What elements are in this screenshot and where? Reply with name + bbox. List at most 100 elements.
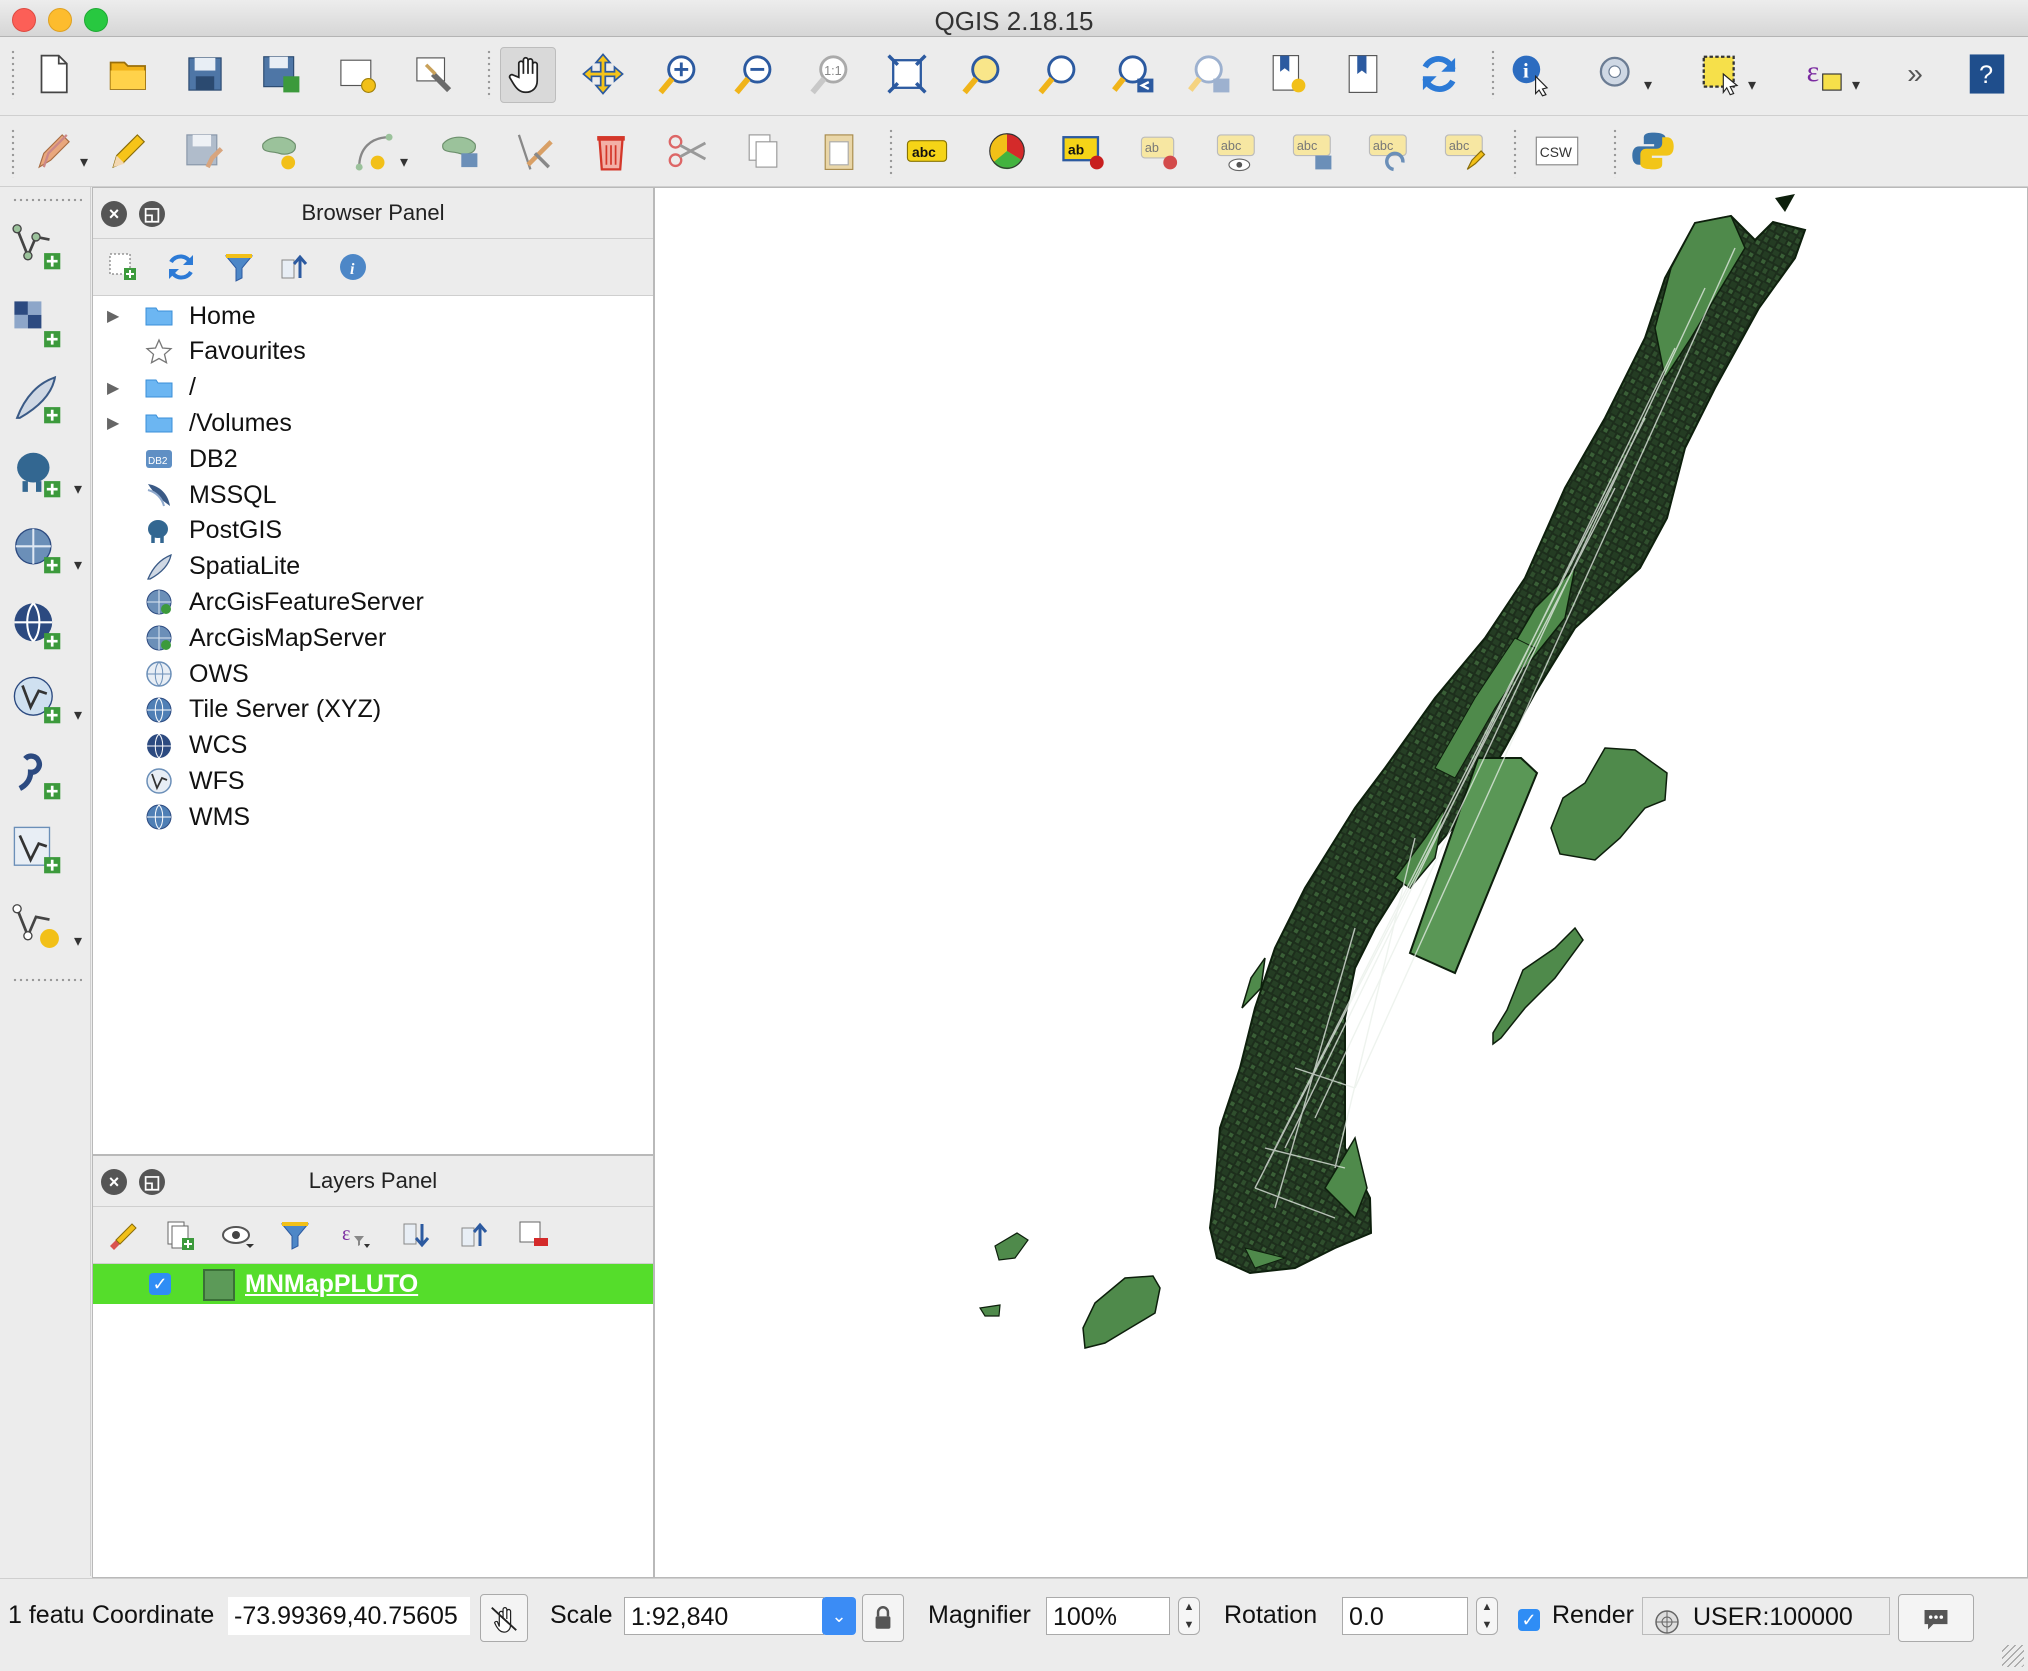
rotate-label-icon[interactable]: abc bbox=[1362, 124, 1416, 178]
zoom-out-icon[interactable] bbox=[728, 47, 782, 101]
layer-labeling-options-icon[interactable]: abc bbox=[900, 124, 954, 178]
zoom-in-icon[interactable] bbox=[652, 47, 706, 101]
save-edits-icon[interactable] bbox=[176, 124, 230, 178]
browser-item-arcgisfeatureserver[interactable]: ArcGisFeatureServer bbox=[93, 584, 653, 620]
layer-visibility-checkbox[interactable]: ✓ bbox=[149, 1273, 171, 1295]
add-virtual-layer-icon[interactable] bbox=[4, 817, 68, 881]
zoom-native-icon[interactable]: 1:1 bbox=[804, 47, 858, 101]
add-feature-icon[interactable] bbox=[252, 124, 306, 178]
save-as-icon[interactable] bbox=[254, 47, 308, 101]
filter-browser-icon[interactable] bbox=[219, 247, 259, 287]
style-manager-brush-icon[interactable] bbox=[101, 1215, 141, 1255]
map-canvas[interactable] bbox=[654, 187, 2028, 1578]
toolbar-grip[interactable] bbox=[10, 128, 16, 178]
expand-arrow-icon[interactable]: ▶ bbox=[107, 306, 119, 326]
browser-item-tile-server-xyz[interactable]: Tile Server (XYZ) bbox=[93, 692, 653, 728]
toolbar-grip[interactable] bbox=[12, 197, 82, 203]
pin-unpin-labels-icon[interactable]: ab bbox=[1134, 124, 1188, 178]
add-arcgis-layer-icon[interactable]: ▾ bbox=[4, 517, 82, 581]
add-delimited-text-layer-icon[interactable] bbox=[4, 743, 68, 807]
pan-to-selection-icon[interactable] bbox=[576, 47, 630, 101]
browser-item-wcs[interactable]: WCS bbox=[93, 728, 653, 764]
properties-info-icon[interactable]: i bbox=[333, 247, 373, 287]
add-circular-string-icon[interactable]: ▾ bbox=[346, 124, 408, 178]
magnifier-stepper[interactable]: ▲ ▼ bbox=[1178, 1597, 1200, 1635]
toolbar-grip[interactable] bbox=[486, 49, 492, 99]
add-raster-layer-icon[interactable] bbox=[4, 291, 68, 355]
add-group-icon[interactable] bbox=[159, 1215, 199, 1255]
manage-visibility-eye-icon[interactable] bbox=[217, 1215, 257, 1255]
zoom-next-icon[interactable] bbox=[1184, 47, 1238, 101]
add-spatialite-layer-icon[interactable] bbox=[4, 367, 68, 431]
help-icon[interactable]: ? bbox=[1960, 47, 2014, 101]
browser-item-ows[interactable]: OWS bbox=[93, 656, 653, 692]
csw-metasearch-icon[interactable]: CSW bbox=[1530, 124, 1584, 178]
layer-item-mnmappluto[interactable]: ✓ MNMapPLUTO bbox=[93, 1264, 653, 1304]
browser-item-[interactable]: ▶ / bbox=[93, 370, 653, 406]
node-tool-icon[interactable] bbox=[508, 124, 562, 178]
coordinate-field[interactable]: -73.99369,40.75605 bbox=[228, 1597, 470, 1635]
composer-manager-icon[interactable] bbox=[406, 47, 460, 101]
toolbar-grip[interactable] bbox=[888, 128, 894, 178]
zoom-full-icon[interactable] bbox=[880, 47, 934, 101]
browser-item-arcgismapserver[interactable]: ArcGisMapServer bbox=[93, 620, 653, 656]
browser-item-wfs[interactable]: WFS bbox=[93, 763, 653, 799]
toolbar-grip[interactable] bbox=[1512, 128, 1518, 178]
collapse-all-icon[interactable] bbox=[275, 247, 315, 287]
zoom-last-icon[interactable] bbox=[1108, 47, 1162, 101]
toolbar-grip[interactable] bbox=[1490, 49, 1496, 99]
magnifier-field[interactable]: 100% bbox=[1046, 1597, 1170, 1635]
select-by-expression-icon[interactable]: ε ▾ bbox=[1798, 47, 1860, 101]
toolbar-grip[interactable] bbox=[1612, 128, 1618, 178]
browser-item-volumes[interactable]: ▶ /Volumes bbox=[93, 405, 653, 441]
browser-item-wms[interactable]: WMS bbox=[93, 799, 653, 835]
python-console-icon[interactable] bbox=[1626, 124, 1680, 178]
rotation-field[interactable]: 0.0 bbox=[1342, 1597, 1468, 1635]
toolbar-grip[interactable] bbox=[12, 977, 82, 983]
highlight-pinned-labels-icon[interactable]: ab bbox=[1056, 124, 1110, 178]
toggle-editing-pencil-icon[interactable] bbox=[100, 124, 154, 178]
new-bookmark-icon[interactable] bbox=[1260, 47, 1314, 101]
refresh-browser-icon[interactable] bbox=[161, 247, 201, 287]
move-feature-icon[interactable] bbox=[432, 124, 486, 178]
scale-dropdown-chevron-icon[interactable]: ⌄ bbox=[822, 1597, 856, 1635]
save-project-icon[interactable] bbox=[178, 47, 232, 101]
add-vector-layer-icon[interactable] bbox=[4, 213, 68, 277]
scale-combobox[interactable]: 1:92,840 bbox=[624, 1597, 824, 1635]
open-project-icon[interactable] bbox=[102, 47, 156, 101]
zoom-to-layer-icon[interactable] bbox=[1032, 47, 1086, 101]
paste-features-icon[interactable] bbox=[812, 124, 866, 178]
browser-item-mssql[interactable]: MSSQL bbox=[93, 477, 653, 513]
zoom-to-selection-icon[interactable] bbox=[956, 47, 1010, 101]
manhattan-parcels-map[interactable] bbox=[655, 188, 2027, 1577]
cut-features-icon[interactable] bbox=[660, 124, 714, 178]
browser-item-spatialite[interactable]: SpatiaLite bbox=[93, 549, 653, 585]
run-action-icon[interactable]: ▾ bbox=[1590, 47, 1652, 101]
add-postgis-layer-icon[interactable]: ▾ bbox=[4, 441, 82, 505]
resize-grip[interactable] bbox=[2002, 1645, 2024, 1667]
filter-by-expression-icon[interactable]: ε bbox=[335, 1215, 375, 1255]
toggle-extents-mouse-icon[interactable] bbox=[480, 1594, 528, 1642]
expand-all-icon[interactable] bbox=[397, 1215, 437, 1255]
new-shapefile-layer-icon[interactable]: ▾ bbox=[4, 893, 82, 957]
toolbar-grip[interactable] bbox=[10, 49, 16, 99]
toolbar-overflow-icon[interactable]: » bbox=[1888, 47, 1942, 101]
browser-item-home[interactable]: ▶ Home bbox=[93, 298, 653, 334]
refresh-icon[interactable] bbox=[1412, 47, 1466, 101]
add-wms-layer-icon[interactable] bbox=[4, 593, 68, 657]
add-selected-layers-icon[interactable] bbox=[103, 247, 143, 287]
move-label-icon[interactable]: abc bbox=[1286, 124, 1340, 178]
expand-arrow-icon[interactable]: ▶ bbox=[107, 413, 119, 433]
collapse-all-layers-icon[interactable] bbox=[455, 1215, 495, 1255]
lock-scale-icon[interactable] bbox=[862, 1594, 904, 1642]
rotation-stepper[interactable]: ▲ ▼ bbox=[1476, 1597, 1498, 1635]
show-bookmarks-icon[interactable] bbox=[1336, 47, 1390, 101]
copy-features-icon[interactable] bbox=[736, 124, 790, 178]
layer-symbol-swatch[interactable] bbox=[203, 1269, 235, 1301]
new-print-composer-icon[interactable] bbox=[330, 47, 384, 101]
show-hide-labels-icon[interactable]: abc bbox=[1210, 124, 1264, 178]
add-wfs-layer-icon[interactable]: ▾ bbox=[4, 667, 82, 731]
remove-layer-icon[interactable] bbox=[513, 1215, 553, 1255]
identify-features-icon[interactable]: i bbox=[1504, 47, 1558, 101]
browser-item-postgis[interactable]: PostGIS bbox=[93, 513, 653, 549]
